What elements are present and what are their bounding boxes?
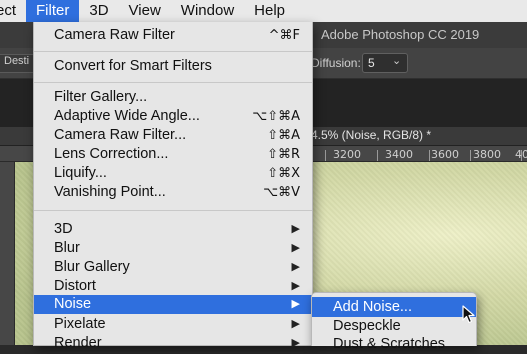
diffusion-label: Diffusion:	[311, 56, 361, 70]
menu-bar: ect Filter 3D View Window Help	[0, 0, 527, 23]
submenu-arrow-icon: ▶	[291, 318, 300, 330]
menu-select[interactable]: ect	[0, 0, 26, 22]
submenu-arrow-icon: ▶	[291, 242, 300, 254]
menu-item-label: Blur Gallery	[54, 259, 130, 275]
menu-item-label: Convert for Smart Filters	[54, 58, 212, 74]
menu-item-distort[interactable]: Distort ▶	[34, 277, 312, 296]
menu-item-noise[interactable]: Noise ▶	[34, 295, 312, 314]
ruler-label: 40	[515, 148, 527, 161]
ruler-label: 3200	[333, 148, 361, 161]
document-tab-title: 4.5% (Noise, RGB/8) *	[311, 128, 432, 142]
menu-item-label: Adaptive Wide Angle...	[54, 108, 200, 124]
submenu-item-add-noise[interactable]: Add Noise...	[312, 297, 476, 317]
menu-item-filter-gallery[interactable]: Filter Gallery...	[34, 88, 312, 107]
menu-item-shortcut: ^⌘F	[268, 28, 300, 43]
menu-item-vanishing-point[interactable]: Vanishing Point... ⌥⌘V	[34, 183, 312, 202]
menu-item-render[interactable]: Render ▶	[34, 334, 312, 353]
submenu-item-label: Add Noise...	[333, 299, 412, 315]
menu-item-label: Liquify...	[54, 165, 107, 181]
app-title: Adobe Photoshop CC 2019	[321, 27, 480, 42]
destination-label: Desti	[4, 55, 30, 67]
submenu-arrow-icon: ▶	[291, 261, 300, 273]
menu-item-label: Blur	[54, 240, 80, 256]
menu-view[interactable]: View	[119, 0, 171, 22]
vertical-ruler[interactable]	[0, 162, 15, 345]
menu-item-shortcut: ⇧⌘X	[267, 166, 300, 181]
menu-item-label: Noise	[54, 296, 92, 312]
submenu-item-despeckle[interactable]: Despeckle	[312, 316, 476, 336]
diffusion-value: 5	[368, 56, 375, 70]
menu-separator	[34, 82, 312, 83]
menu-item-label: Filter Gallery...	[54, 89, 148, 105]
menu-item-pixelate[interactable]: Pixelate ▶	[34, 315, 312, 334]
ruler-tick	[429, 150, 430, 161]
submenu-arrow-icon: ▶	[291, 337, 300, 349]
ruler-label: 3600	[431, 148, 459, 161]
menu-item-label: Camera Raw Filter	[54, 27, 175, 43]
menu-item-shortcut: ⌥⌘V	[263, 185, 300, 200]
menu-item-camera-raw-filter[interactable]: Camera Raw Filter ^⌘F	[34, 26, 312, 45]
menu-item-blur-gallery[interactable]: Blur Gallery ▶	[34, 258, 312, 277]
chevron-down-icon: ⌄	[392, 55, 402, 67]
menu-item-label: Vanishing Point...	[54, 184, 166, 200]
menu-item-camera-raw-filter-dialog[interactable]: Camera Raw Filter... ⇧⌘A	[34, 126, 312, 145]
menu-item-3d[interactable]: 3D ▶	[34, 220, 312, 239]
ruler-label: 3800	[473, 148, 501, 161]
filter-menu: Camera Raw Filter ^⌘F Convert for Smart …	[33, 22, 313, 351]
submenu-item-label: Despeckle	[333, 318, 401, 334]
menu-item-shortcut: ⇧⌘R	[267, 147, 300, 162]
menu-window[interactable]: Window	[171, 0, 244, 22]
ruler-tick	[325, 150, 326, 161]
menu-item-convert-smart-filters[interactable]: Convert for Smart Filters	[34, 57, 312, 76]
menu-item-label: Distort	[54, 278, 96, 294]
menu-item-label: 3D	[54, 221, 73, 237]
menu-item-label: Render	[54, 335, 102, 351]
menu-item-label: Pixelate	[54, 316, 106, 332]
noise-submenu: Add Noise... Despeckle Dust & Scratches	[311, 292, 477, 352]
menu-item-blur[interactable]: Blur ▶	[34, 239, 312, 258]
menu-filter[interactable]: Filter	[26, 0, 80, 22]
menu-item-shortcut: ⇧⌘A	[267, 128, 300, 143]
menu-item-lens-correction[interactable]: Lens Correction... ⇧⌘R	[34, 145, 312, 164]
submenu-item-label: Dust & Scratches	[333, 336, 446, 352]
menu-help[interactable]: Help	[244, 0, 295, 22]
submenu-arrow-icon: ▶	[291, 223, 300, 235]
submenu-arrow-icon: ▶	[291, 298, 300, 310]
submenu-item-dust-scratches[interactable]: Dust & Scratches	[312, 334, 476, 354]
menu-item-label: Lens Correction...	[54, 146, 169, 162]
menu-3d[interactable]: 3D	[79, 0, 118, 22]
mouse-pointer-icon	[462, 305, 475, 324]
ruler-tick	[470, 150, 471, 161]
ruler-tick	[377, 150, 378, 161]
menu-separator	[34, 210, 312, 211]
menu-item-adaptive-wide-angle[interactable]: Adaptive Wide Angle... ⌥⇧⌘A	[34, 107, 312, 126]
menu-item-label: Camera Raw Filter...	[54, 127, 187, 143]
menu-item-liquify[interactable]: Liquify... ⇧⌘X	[34, 164, 312, 183]
menu-item-shortcut: ⌥⇧⌘A	[252, 109, 300, 124]
submenu-arrow-icon: ▶	[291, 280, 300, 292]
menu-separator	[34, 51, 312, 52]
ruler-label: 3400	[385, 148, 413, 161]
